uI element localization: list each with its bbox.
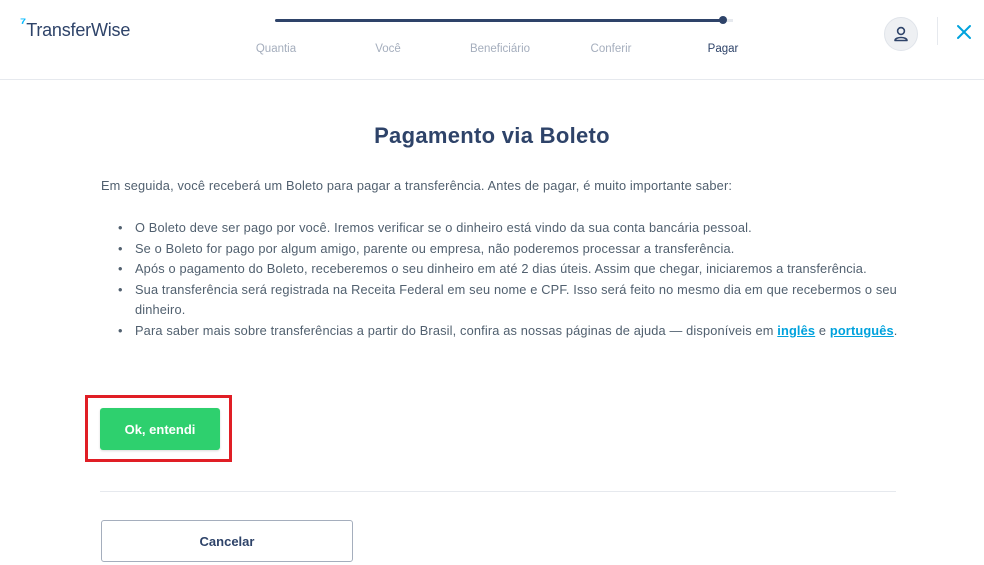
list-item: O Boleto deve ser pago por você. Iremos … xyxy=(118,218,908,239)
page-title: Pagamento via Boleto xyxy=(374,123,610,148)
logo-flag-icon: ⁷ xyxy=(20,15,26,32)
top-bar: ⁷ TransferWise Quantia Você Beneficiário… xyxy=(0,0,984,80)
info-list: O Boleto deve ser pago por você. Iremos … xyxy=(118,218,908,341)
progress-bar-complete xyxy=(275,19,723,22)
link-ingles[interactable]: inglês xyxy=(777,323,815,338)
section-divider xyxy=(100,491,896,492)
transferwise-logo[interactable]: ⁷ TransferWise xyxy=(20,15,131,43)
user-profile-button[interactable] xyxy=(884,17,918,51)
help-text: Para saber mais sobre transferências a p… xyxy=(135,322,778,338)
user-icon xyxy=(894,26,908,42)
progress-current-marker xyxy=(719,16,727,24)
help-text-end: . xyxy=(893,322,898,338)
list-item-help: Para saber mais sobre transferências a p… xyxy=(118,321,908,342)
intro-text: Em seguida, você receberá um Boleto para… xyxy=(101,178,733,193)
help-text-mid: e xyxy=(815,322,830,338)
step-quantia: Quantia xyxy=(255,43,297,55)
close-button[interactable] xyxy=(952,20,976,44)
cancel-button[interactable]: Cancelar xyxy=(101,520,353,562)
link-portugues[interactable]: português xyxy=(830,323,894,338)
step-voce: Você xyxy=(375,43,401,55)
step-conferir: Conferir xyxy=(590,43,632,55)
close-icon xyxy=(957,25,971,39)
list-item: Se o Boleto for pago por algum amigo, pa… xyxy=(118,239,908,260)
list-item: Sua transferência será registrada na Rec… xyxy=(118,280,908,321)
header-divider xyxy=(937,17,938,45)
logo-text: TransferWise xyxy=(26,20,131,40)
ok-entendi-button[interactable]: Ok, entendi xyxy=(100,408,220,450)
step-beneficiario: Beneficiário xyxy=(469,43,531,55)
list-item: Após o pagamento do Boleto, receberemos … xyxy=(118,259,908,280)
step-pagar: Pagar xyxy=(707,43,739,55)
